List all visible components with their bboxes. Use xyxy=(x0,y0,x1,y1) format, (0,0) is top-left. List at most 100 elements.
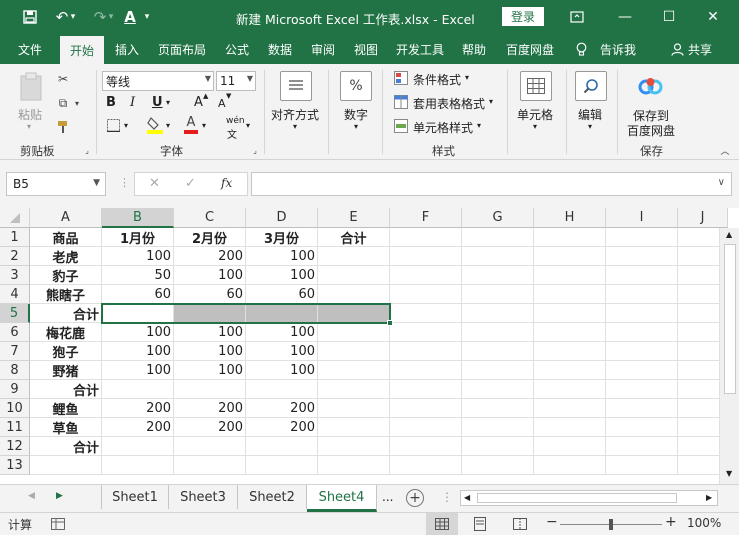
cell-a4[interactable]: 熊瞎子 xyxy=(30,285,102,304)
worksheet-grid[interactable]: ABCDEFGHIJ 1 2 3 4 5 6 7 8 9 10 11 12 13 商品 1月份 2月份 3月份… xyxy=(0,208,739,484)
cell-e10[interactable] xyxy=(318,399,390,418)
row-header-8[interactable]: 8 xyxy=(0,361,30,380)
cell-i6[interactable] xyxy=(606,323,678,342)
cell-h2[interactable] xyxy=(534,247,606,266)
alignment-icon[interactable] xyxy=(280,71,312,101)
paste-dropdown-icon[interactable]: ▾ xyxy=(27,122,31,131)
number-button[interactable]: 数字 xyxy=(344,106,368,123)
cell-f9[interactable] xyxy=(390,380,462,399)
page-layout-view-icon[interactable] xyxy=(470,516,490,532)
tab-review[interactable]: 审阅 xyxy=(311,34,335,64)
cell-c2[interactable]: 200 xyxy=(174,247,246,266)
cell-i10[interactable] xyxy=(606,399,678,418)
cell-c10[interactable]: 200 xyxy=(174,399,246,418)
font-size-combo[interactable]: 11 ▼ xyxy=(216,71,256,91)
cell-styles-button[interactable]: 单元格样式 xyxy=(413,119,473,136)
cell-e6[interactable] xyxy=(318,323,390,342)
cell-i2[interactable] xyxy=(606,247,678,266)
underline-dropdown-icon[interactable]: ▾ xyxy=(166,98,170,107)
cell-c5[interactable] xyxy=(174,304,246,323)
cell-a3[interactable]: 豹子 xyxy=(30,266,102,285)
row-header-9[interactable]: 9 xyxy=(0,380,30,399)
cells-icon[interactable] xyxy=(520,71,552,101)
save-icon[interactable] xyxy=(16,0,44,34)
bold-button[interactable]: B xyxy=(106,95,116,110)
cell-f11[interactable] xyxy=(390,418,462,437)
cell-d1[interactable]: 3月份 xyxy=(246,228,318,247)
cell-f12[interactable] xyxy=(390,437,462,456)
cell-g3[interactable] xyxy=(462,266,534,285)
cell-h11[interactable] xyxy=(534,418,606,437)
row-header-4[interactable]: 4 xyxy=(0,285,30,304)
cell-b4[interactable]: 60 xyxy=(102,285,174,304)
cell-e5[interactable] xyxy=(318,304,390,323)
phonetic-dropdown-icon[interactable]: ▾ xyxy=(246,121,250,130)
alignment-button[interactable]: 对齐方式 xyxy=(271,106,319,123)
format-as-table-button[interactable]: 套用表格格式 xyxy=(413,95,485,112)
scroll-down-icon[interactable]: ▼ xyxy=(726,469,732,478)
share-button[interactable]: 共享 xyxy=(688,34,712,64)
cell-f8[interactable] xyxy=(390,361,462,380)
font-launcher-icon[interactable]: ⌟ xyxy=(250,145,260,155)
cell-b12[interactable] xyxy=(102,437,174,456)
cell-g2[interactable] xyxy=(462,247,534,266)
row-header-10[interactable]: 10 xyxy=(0,399,30,418)
zoom-in-button[interactable]: + xyxy=(665,514,677,530)
cut-icon[interactable]: ✂ xyxy=(54,70,72,88)
zoom-slider-knob[interactable] xyxy=(609,519,613,530)
cell-b8[interactable]: 100 xyxy=(102,361,174,380)
tab-help[interactable]: 帮助 xyxy=(462,34,486,64)
column-header-f[interactable]: F xyxy=(390,208,462,228)
copy-icon[interactable]: ⧉ xyxy=(54,94,72,112)
horizontal-scrollbar[interactable]: ◀ ▶ xyxy=(460,490,718,506)
horizontal-scroll-thumb[interactable] xyxy=(477,493,677,503)
cell-g12[interactable] xyxy=(462,437,534,456)
cell-h8[interactable] xyxy=(534,361,606,380)
tab-split-grip-icon[interactable]: ⋮ xyxy=(441,490,453,504)
undo-dropdown-icon[interactable]: ▾ xyxy=(66,0,80,34)
grow-font-button[interactable]: A xyxy=(194,95,203,110)
cell-b10[interactable]: 200 xyxy=(102,399,174,418)
scroll-right-icon[interactable]: ▶ xyxy=(706,493,712,502)
cell-a12[interactable]: 合计 xyxy=(30,437,102,456)
cell-g7[interactable] xyxy=(462,342,534,361)
row-header-2[interactable]: 2 xyxy=(0,247,30,266)
cell-i11[interactable] xyxy=(606,418,678,437)
phonetic-guide-icon[interactable]: wén xyxy=(226,116,245,126)
cell-f3[interactable] xyxy=(390,266,462,285)
save-to-label-line2[interactable]: 百度网盘 xyxy=(627,122,675,139)
zoom-level[interactable]: 100% xyxy=(687,516,721,530)
tell-me-search[interactable]: 告诉我 xyxy=(600,34,636,64)
cell-i9[interactable] xyxy=(606,380,678,399)
cell-g8[interactable] xyxy=(462,361,534,380)
paste-label[interactable]: 粘贴 xyxy=(18,106,42,123)
row-header-6[interactable]: 6 xyxy=(0,323,30,342)
cell-d4[interactable]: 60 xyxy=(246,285,318,304)
row-header-11[interactable]: 11 xyxy=(0,418,30,437)
cell-f2[interactable] xyxy=(390,247,462,266)
cell-b6[interactable]: 100 xyxy=(102,323,174,342)
cell-e1[interactable]: 合计 xyxy=(318,228,390,247)
cell-g13[interactable] xyxy=(462,456,534,475)
editing-search-icon[interactable] xyxy=(575,71,607,101)
column-header-h[interactable]: H xyxy=(534,208,606,228)
cell-i8[interactable] xyxy=(606,361,678,380)
borders-icon[interactable] xyxy=(104,116,122,134)
formula-input[interactable]: ∨ xyxy=(251,172,732,196)
cell-f10[interactable] xyxy=(390,399,462,418)
ribbon-display-options-icon[interactable] xyxy=(555,0,599,34)
cell-g5[interactable] xyxy=(462,304,534,323)
font-color-icon[interactable]: A xyxy=(182,114,200,136)
cell-a5[interactable]: 合计 xyxy=(30,304,102,323)
cell-i4[interactable] xyxy=(606,285,678,304)
table-dropdown-icon[interactable]: ▾ xyxy=(489,97,493,106)
number-format-icon[interactable]: % xyxy=(340,71,372,101)
cell-a6[interactable]: 梅花鹿 xyxy=(30,323,102,342)
cell-g4[interactable] xyxy=(462,285,534,304)
cell-e7[interactable] xyxy=(318,342,390,361)
cell-f13[interactable] xyxy=(390,456,462,475)
sheet-tab-sheet3[interactable]: Sheet3 xyxy=(169,485,238,509)
name-box[interactable]: B5 ▼ xyxy=(6,172,106,196)
cell-d11[interactable]: 200 xyxy=(246,418,318,437)
cell-b5[interactable] xyxy=(102,304,174,323)
